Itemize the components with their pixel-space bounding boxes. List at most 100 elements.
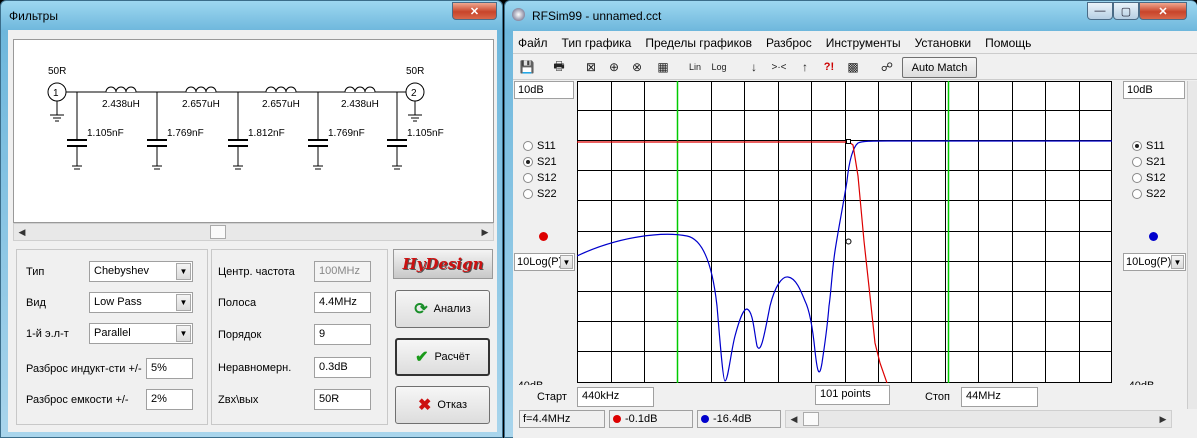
arrow-up-icon[interactable]: ↑ [795,57,815,77]
chevron-down-icon[interactable]: ▼ [1171,255,1184,269]
inductor-1-label: 2.438uH [102,99,140,110]
capacitor-3-label: 1.812nF [248,128,285,139]
port-in-number: 1 [53,88,59,99]
refresh-icon: ⟳ [414,301,428,318]
status-s21-value: -0.1dB [625,413,658,425]
left-radio-s11[interactable]: S11 [523,140,556,152]
radio-label: S21 [1146,156,1166,168]
crosshair-icon[interactable]: ⊗ [627,57,647,77]
scroll-left-icon[interactable]: ◀ [786,411,802,427]
right-scale-top[interactable]: 10dB [1123,81,1185,99]
cancel-button[interactable]: ✖ Отказ [395,386,490,424]
rfsim-titlebar[interactable]: RFSim99 - unnamed.cct — ▢ ✕ [505,1,1197,29]
scroll-thumb[interactable] [210,225,226,239]
scroll-right-icon[interactable]: ▶ [1155,411,1171,427]
port-out-number: 2 [411,88,417,99]
type-select[interactable]: Chebyshev ▼ [89,261,193,282]
right-radio-s11[interactable]: S11 [1132,140,1165,152]
chevron-down-icon[interactable]: ▼ [176,325,191,342]
kind-select[interactable]: Low Pass ▼ [89,292,193,313]
scroll-thumb[interactable] [803,412,819,426]
vertical-scrollbar[interactable] [1187,81,1197,411]
left-scale-top[interactable]: 10dB [514,81,574,99]
right-scale-bottom: -40dB [1125,381,1185,385]
menu-graph-type[interactable]: Тип графика [562,36,632,50]
menu-spread[interactable]: Разброс [766,36,812,50]
s21-trace [577,141,888,383]
right-mode-value: 10Log(P) [1126,256,1172,268]
bandwidth-input[interactable]: 4.4MHz [314,292,371,313]
arrow-down-icon[interactable]: ↓ [744,57,764,77]
capacitance-spread-input[interactable]: 2% [146,389,193,410]
polar-icon[interactable]: ⊕ [604,57,624,77]
lin-scale-icon[interactable]: Lin [685,57,705,77]
status-frequency: f=4.4MHz [519,410,605,428]
scroll-right-icon[interactable]: ▶ [477,224,493,240]
smith-chart-icon[interactable]: ⊠ [581,57,601,77]
first-element-select[interactable]: Parallel ▼ [89,323,193,344]
center-freq-input[interactable]: 100MHz [314,261,371,282]
schematic-hscrollbar[interactable]: ◀ ▶ [13,223,494,241]
right-mode-select[interactable]: 10Log(P) ▼ [1123,253,1186,271]
red-dot-icon [613,415,621,423]
start-input[interactable]: 440kHz [577,387,654,407]
zoom-icon[interactable]: >·< [769,57,789,77]
stop-input[interactable]: 44MHz [961,387,1038,407]
radio-circle-icon [523,173,533,183]
help-icon[interactable]: ?! [819,57,839,77]
analyze-button[interactable]: ⟳ Анализ [395,290,490,328]
filters-titlebar[interactable]: Фильтры ✕ [1,1,502,29]
rfsim-client: Файл Тип графика Пределы графиков Разброс Ин… [513,31,1197,438]
menu-help[interactable]: Помощь [985,36,1031,50]
horizontal-scrollbar[interactable]: ◀ ▶ [785,410,1172,428]
scroll-left-icon[interactable]: ◀ [14,224,30,240]
chevron-down-icon[interactable]: ▼ [176,263,191,280]
right-radio-s21[interactable]: S21 [1132,156,1166,168]
right-radio-s22[interactable]: S22 [1132,188,1166,200]
ripple-input[interactable]: 0.3dB [314,357,371,378]
inductance-spread-input[interactable]: 5% [146,358,193,379]
ripple-label: Неравномерн. [218,362,292,374]
impedance-input[interactable]: 50R [314,389,371,410]
rfsim-window: RFSim99 - unnamed.cct — ▢ ✕ Файл Тип граф… [504,0,1197,438]
auto-match-button[interactable]: Auto Match [902,57,977,78]
save-icon[interactable]: 💾 [517,57,537,77]
left-radio-s21[interactable]: S21 [523,156,557,168]
status-s11: -16.4dB [697,410,781,428]
left-mode-select[interactable]: 10Log(P) ▼ [514,253,575,271]
menu-settings[interactable]: Установки [915,36,971,50]
right-radio-s12[interactable]: S12 [1132,172,1166,184]
left-radio-s22[interactable]: S22 [523,188,557,200]
inductor-3 [265,86,297,93]
menu-graph-limits[interactable]: Пределы графиков [645,36,752,50]
inductor-1 [105,86,137,93]
network-icon[interactable]: ▩ [843,57,863,77]
left-radio-s12[interactable]: S12 [523,172,557,184]
minimize-icon[interactable]: — [1087,2,1113,20]
points-input[interactable]: 101 points [815,385,890,405]
capacitance-spread-label: Разброс емкости +/- [26,394,129,406]
maximize-icon[interactable]: ▢ [1113,2,1139,20]
menu-file[interactable]: Файл [518,36,548,50]
calculate-button[interactable]: ✔ Расчёт [395,338,490,376]
menu-bar: Файл Тип графика Пределы графиков Разброс Ин… [518,36,1045,52]
chevron-down-icon[interactable]: ▼ [560,255,573,269]
close-icon[interactable]: ✕ [452,2,497,20]
order-input[interactable]: 9 [314,324,371,345]
chevron-down-icon[interactable]: ▼ [176,294,191,311]
radio-circle-icon [1132,173,1142,183]
close-icon[interactable]: ✕ [1139,2,1187,20]
x-icon: ✖ [417,397,432,414]
menu-tools[interactable]: Инструменты [826,36,901,50]
radio-label: S22 [537,188,557,200]
status-s21: -0.1dB [609,410,693,428]
log-scale-icon[interactable]: Log [709,57,729,77]
plot-area[interactable] [577,81,1112,383]
first-element-label: 1-й э.л-т [26,328,69,340]
inductor-4-label: 2.438uH [341,99,379,110]
table-icon[interactable]: ▦ [653,57,673,77]
radio-label: S21 [537,156,557,168]
capacitor-4-label: 1.769nF [328,128,365,139]
probe-icon[interactable]: ☍ [877,57,897,77]
print-icon[interactable]: 🖶 [549,57,569,77]
